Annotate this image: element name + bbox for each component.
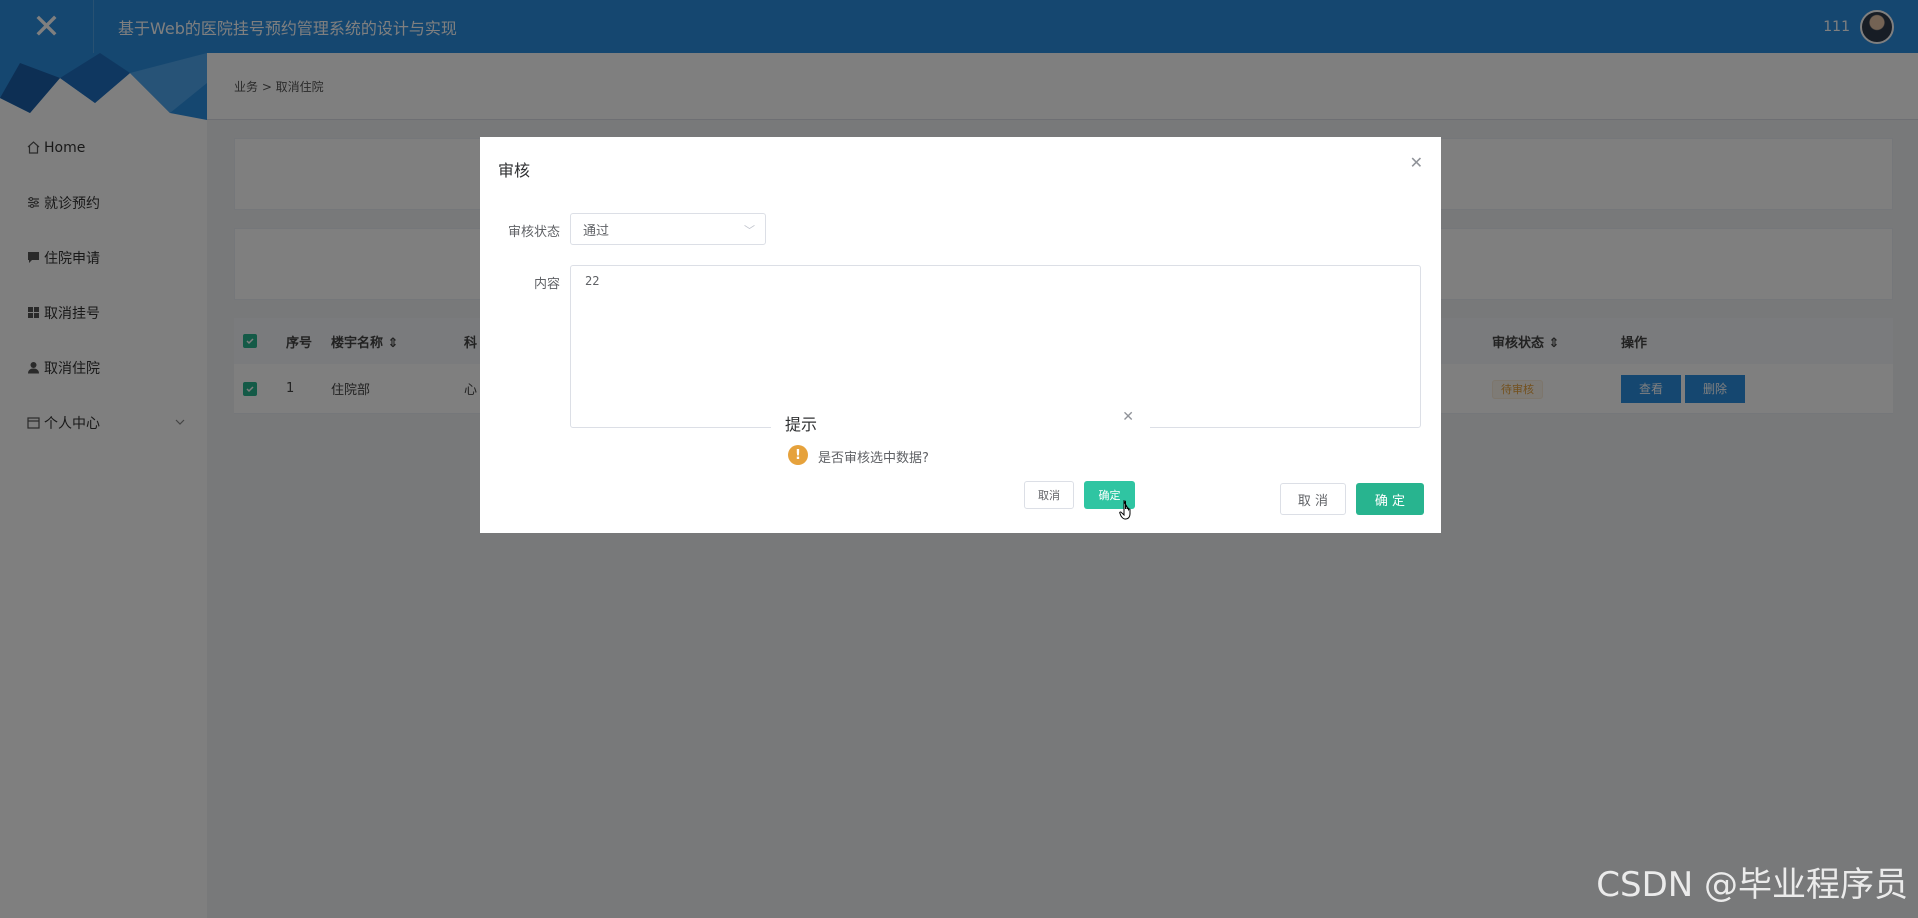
confirm-dialog: 提示 ✕ ! 是否审核选中数据? 取消 确定	[771, 397, 1150, 519]
close-icon[interactable]: ✕	[1410, 153, 1423, 172]
status-select-value: 通过	[583, 223, 610, 239]
confirm-message: 是否审核选中数据?	[818, 451, 929, 466]
review-dialog-title: 审核	[498, 161, 531, 180]
close-icon[interactable]: ✕	[1122, 409, 1134, 425]
confirm-button[interactable]: 确 定	[1356, 483, 1424, 515]
status-select[interactable]: 通过 ﹀	[570, 213, 766, 245]
confirm-cancel-button[interactable]: 取消	[1024, 481, 1074, 509]
content-label: 内容	[533, 277, 560, 292]
hand-cursor-icon	[1119, 499, 1135, 526]
status-label: 审核状态	[507, 225, 560, 240]
warning-icon: !	[788, 445, 808, 465]
watermark: CSDN @毕业程序员	[1596, 865, 1908, 905]
chevron-down-icon: ﹀	[744, 224, 755, 237]
cancel-button[interactable]: 取 消	[1280, 483, 1346, 515]
confirm-title: 提示	[785, 415, 818, 434]
